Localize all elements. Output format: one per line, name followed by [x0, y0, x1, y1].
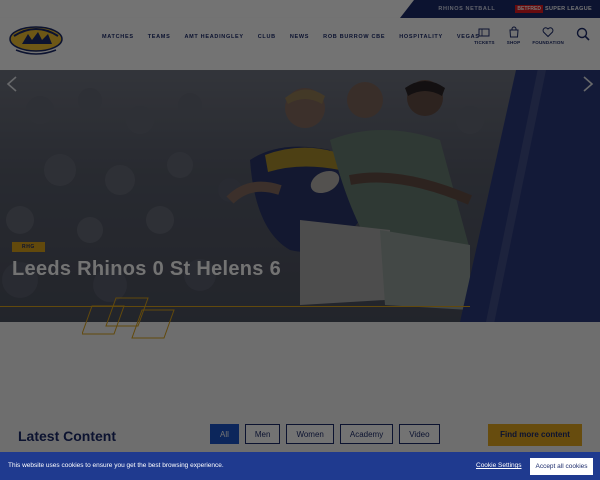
shopping-bag-icon	[509, 26, 519, 38]
search-icon	[576, 27, 590, 41]
find-more-content-button[interactable]: Find more content	[488, 424, 582, 446]
shop-button[interactable]: SHOP	[507, 26, 521, 45]
super-league-label: SUPER LEAGUE	[545, 6, 592, 12]
nav-item-rob-burrow[interactable]: ROB BURROW CBE	[323, 34, 385, 40]
nav-item-teams[interactable]: TEAMS	[148, 34, 171, 40]
ticket-icon	[478, 28, 490, 37]
nav-item-club[interactable]: CLUB	[258, 34, 276, 40]
hero-category-tag[interactable]: RHG	[12, 242, 45, 252]
nav-item-amt-headingley[interactable]: AMT HEADINGLEY	[184, 34, 243, 40]
hero-title[interactable]: Leeds Rhinos 0 St Helens 6	[12, 258, 281, 281]
filter-men[interactable]: Men	[244, 424, 281, 444]
search-button[interactable]	[576, 26, 590, 41]
main-nav: MATCHES TEAMS AMT HEADINGLEY CLUB NEWS R…	[102, 34, 480, 40]
leeds-rhinos-logo[interactable]	[8, 20, 64, 56]
shop-label: SHOP	[506, 40, 521, 45]
super-league-logo[interactable]: BETFRED SUPER LEAGUE	[515, 5, 592, 13]
filter-all[interactable]: All	[210, 424, 239, 444]
tickets-label: TICKETS	[474, 40, 495, 45]
content-filters: All Men Women Academy Video	[210, 424, 440, 444]
decorative-parallelograms	[82, 297, 175, 339]
foundation-label: FOUNDATION	[532, 40, 564, 45]
nav-item-hospitality[interactable]: HOSPITALITY	[399, 34, 443, 40]
cookie-settings-link[interactable]: Cookie Settings	[476, 462, 522, 469]
accept-cookies-button[interactable]: Accept all cookies	[530, 458, 593, 475]
hero-divider	[0, 306, 470, 307]
top-utility-bar: RHINOS NETBALL BETFRED SUPER LEAGUE	[0, 0, 600, 18]
filter-women[interactable]: Women	[286, 424, 334, 444]
nav-item-news[interactable]: NEWS	[290, 34, 309, 40]
latest-content-title: Latest Content	[18, 428, 116, 444]
foundation-button[interactable]: FOUNDATION	[532, 26, 564, 45]
header-tools: TICKETS SHOP FOUNDATION	[474, 26, 590, 45]
filter-video[interactable]: Video	[399, 424, 440, 444]
rhinos-netball-link[interactable]: RHINOS NETBALL	[438, 6, 495, 12]
betfred-badge: BETFRED	[515, 5, 543, 13]
nav-item-matches[interactable]: MATCHES	[102, 34, 134, 40]
cookie-message: This website uses cookies to ensure you …	[8, 462, 224, 469]
top-utility-right: RHINOS NETBALL BETFRED SUPER LEAGUE	[400, 0, 600, 18]
heart-icon	[542, 27, 554, 38]
hero-carousel[interactable]: RHG Leeds Rhinos 0 St Helens 6	[0, 70, 600, 322]
chevron-left-icon[interactable]	[6, 76, 18, 92]
chevron-right-icon[interactable]	[582, 76, 594, 92]
cookie-banner: This website uses cookies to ensure you …	[0, 452, 600, 480]
filter-academy[interactable]: Academy	[339, 424, 394, 444]
site-header: MATCHES TEAMS AMT HEADINGLEY CLUB NEWS R…	[0, 18, 600, 70]
tickets-button[interactable]: TICKETS	[474, 26, 495, 45]
hero-shade	[0, 70, 600, 322]
